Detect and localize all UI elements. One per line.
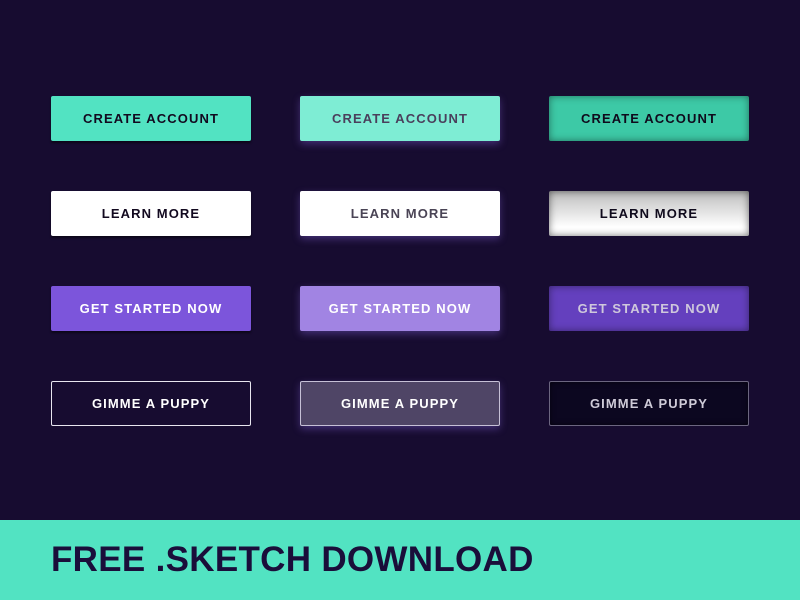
get-started-now-button-default[interactable]: GET STARTED NOW — [51, 286, 251, 331]
create-account-button-hover[interactable]: CREATE ACCOUNT — [300, 96, 500, 141]
get-started-now-button-hover[interactable]: GET STARTED NOW — [300, 286, 500, 331]
create-account-button-pressed[interactable]: CREATE ACCOUNT — [549, 96, 749, 141]
gimme-a-puppy-button-hover[interactable]: GIMME A PUPPY — [300, 381, 500, 426]
create-account-button-default[interactable]: CREATE ACCOUNT — [51, 96, 251, 141]
learn-more-button-pressed[interactable]: LEARN MORE — [549, 191, 749, 236]
learn-more-button-hover[interactable]: LEARN MORE — [300, 191, 500, 236]
gimme-a-puppy-button-default[interactable]: GIMME A PUPPY — [51, 381, 251, 426]
learn-more-button-default[interactable]: LEARN MORE — [51, 191, 251, 236]
gimme-a-puppy-button-pressed[interactable]: GIMME A PUPPY — [549, 381, 749, 426]
download-banner[interactable]: FREE .SKETCH DOWNLOAD — [0, 520, 800, 600]
banner-title: FREE .SKETCH DOWNLOAD — [51, 540, 534, 579]
get-started-now-button-pressed[interactable]: GET STARTED NOW — [549, 286, 749, 331]
